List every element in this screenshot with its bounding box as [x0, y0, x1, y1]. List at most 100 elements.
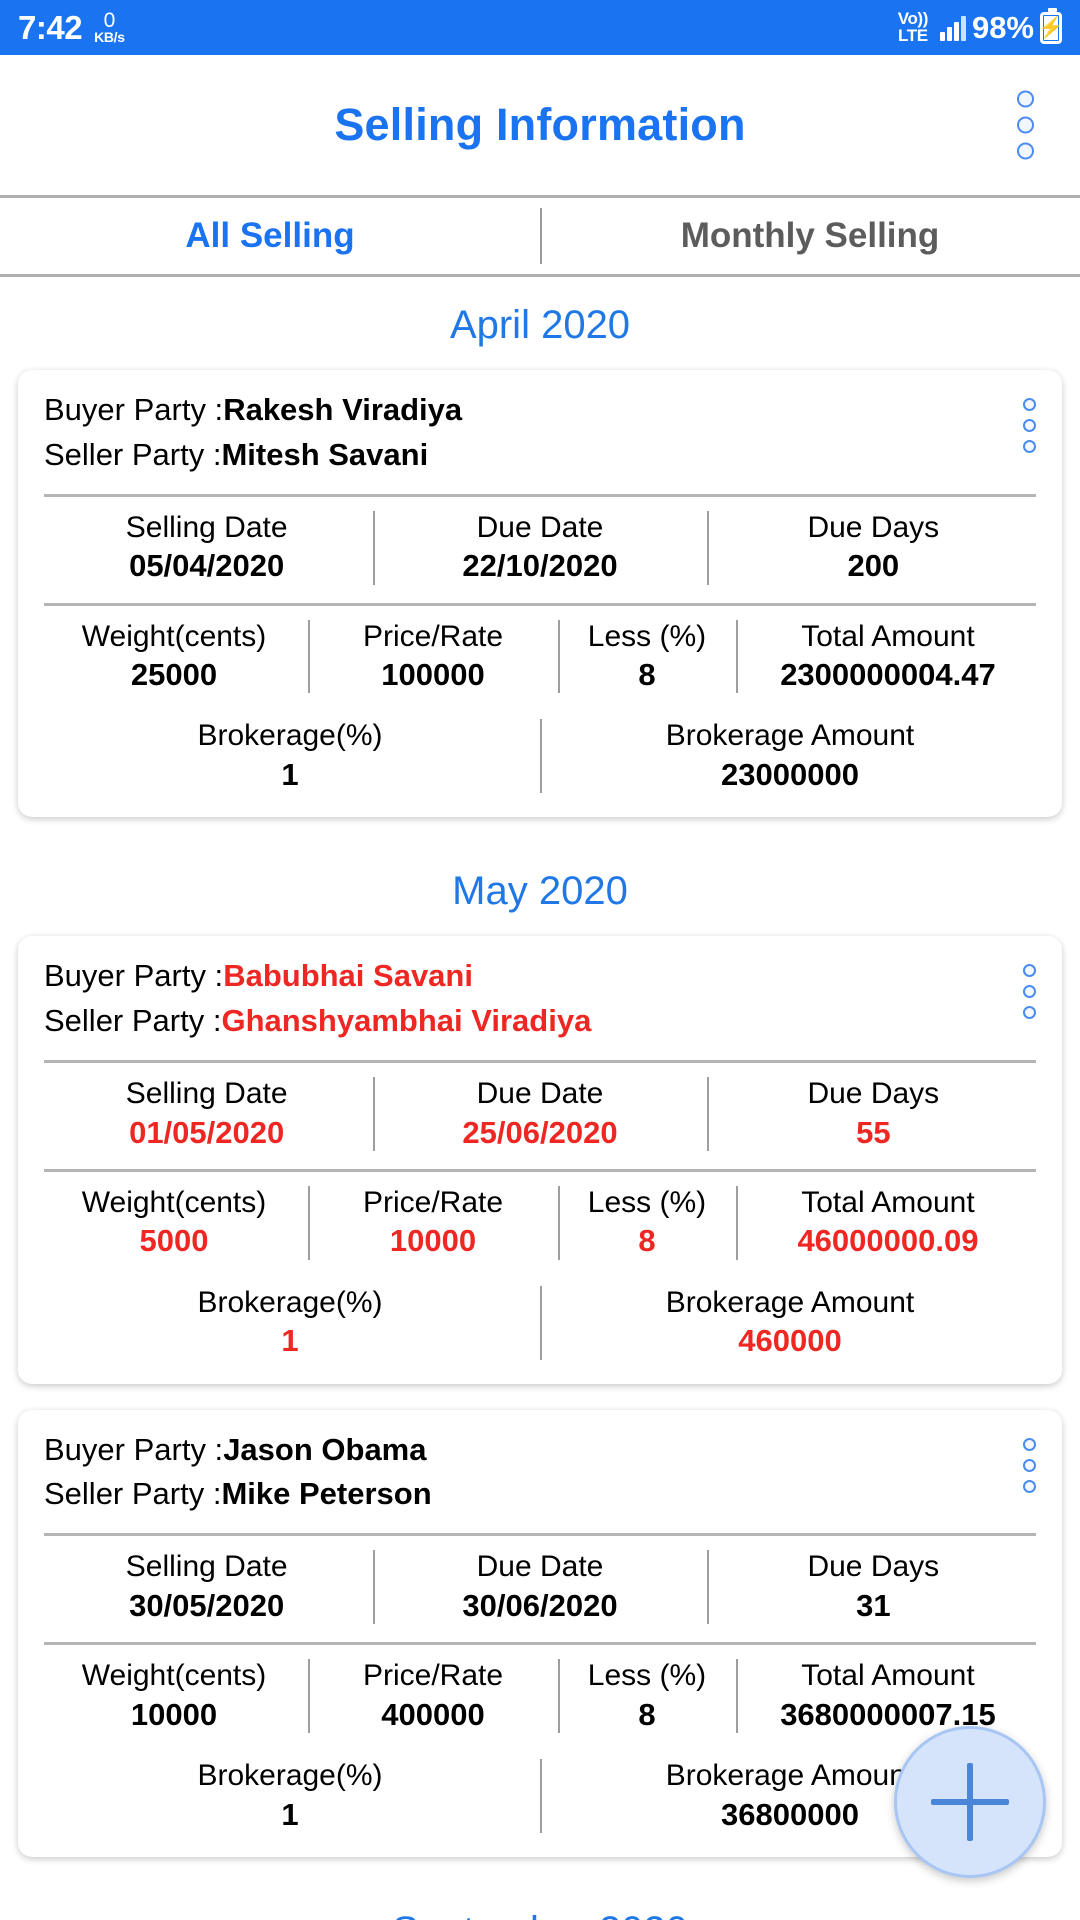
less-label: Less (%) — [587, 619, 707, 653]
due-date-label: Due Date — [476, 1550, 604, 1584]
network-speed-indicator: 0 KB/s — [94, 10, 125, 45]
total-amount-label: Total Amount — [801, 1185, 975, 1219]
selling-date-label: Selling Date — [125, 1077, 288, 1111]
seller-party-label: Seller Party : — [44, 436, 222, 472]
selling-date-label: Selling Date — [125, 1550, 288, 1584]
due-date-value: 25/06/2020 — [462, 1114, 618, 1150]
selling-date-cell: Selling Date 30/05/2020 — [40, 1544, 373, 1630]
tab-all-selling[interactable]: All Selling — [0, 198, 540, 274]
seller-party-value: Mike Peterson — [221, 1476, 432, 1512]
selling-list[interactable]: April 2020 Buyer Party :Rakesh Viradiya Se… — [0, 277, 1080, 1920]
signal-bars-icon — [939, 15, 966, 41]
total-amount-cell: Total Amount 2300000004.47 — [735, 614, 1040, 700]
weight-value: 10000 — [130, 1696, 218, 1732]
weight-label: Weight(cents) — [81, 1659, 267, 1693]
brokerage-row: Brokerage(%) 1 Brokerage Amount 460000 — [18, 1272, 1062, 1372]
brokerage-amount-value: 23000000 — [721, 756, 859, 792]
add-selling-fab[interactable] — [894, 1726, 1046, 1878]
due-date-label: Due Date — [476, 510, 604, 544]
more-vertical-icon[interactable] — [1011, 85, 1040, 166]
weight-value: 5000 — [139, 1223, 209, 1259]
price-rate-cell: Price/Rate 100000 — [308, 614, 558, 700]
dates-row: Selling Date 30/05/2020 Due Date 30/06/2020… — [18, 1536, 1062, 1636]
card-more-vertical-icon[interactable] — [1019, 1434, 1040, 1497]
price-rate-cell: Price/Rate 400000 — [308, 1653, 558, 1739]
price-rate-label: Price/Rate — [363, 1185, 504, 1219]
battery-percent: 98% — [971, 9, 1034, 45]
total-amount-cell: Total Amount 46000000.09 — [735, 1180, 1040, 1266]
buyer-party-label: Buyer Party : — [44, 958, 224, 994]
battery-charging-icon: ⚡ — [1039, 7, 1063, 44]
month-header: April 2020 — [449, 303, 631, 347]
seller-party-row: Seller Party :Mike Peterson — [44, 1472, 1036, 1517]
status-time: 7:42 — [18, 8, 83, 46]
brokerage-pct-value: 1 — [281, 1323, 299, 1359]
seller-party-label: Seller Party : — [44, 1003, 222, 1039]
month-header: September 2020 — [0, 1883, 1080, 1920]
less-cell: Less (%) 8 — [558, 614, 736, 700]
amounts-row: Weight(cents) 5000 Price/Rate 10000 Less (%)… — [18, 1172, 1062, 1272]
buyer-party-label: Buyer Party : — [44, 392, 224, 427]
less-label: Less (%) — [587, 1659, 707, 1693]
brokerage-amount-label: Brokerage Amount — [665, 1285, 915, 1319]
buyer-party-value: Rakesh Viradiya — [223, 392, 463, 427]
dates-row: Selling Date 01/05/2020 Due Date 25/06/2020… — [18, 1063, 1062, 1163]
less-label: Less (%) — [587, 1185, 707, 1219]
buyer-party-row: Buyer Party :Babubhai Savani — [44, 954, 1036, 999]
due-days-value: 55 — [856, 1114, 891, 1150]
brokerage-amount-label: Brokerage Amount — [665, 719, 915, 753]
buyer-party-label: Buyer Party : — [44, 1431, 224, 1467]
due-days-label: Due Days — [807, 1077, 940, 1111]
app-screen: 7:42 0 KB/s Vo)) LTE 98% ⚡ Selling Infor… — [0, 0, 1080, 1920]
plus-icon — [931, 1763, 1009, 1841]
selling-date-value: 01/05/2020 — [129, 1114, 285, 1150]
amounts-row: Weight(cents) 10000 Price/Rate 400000 Less (… — [18, 1645, 1062, 1745]
card-header: Buyer Party :Rakesh Viradiya Seller Party… — [18, 370, 1062, 488]
selling-card[interactable]: Buyer Party :Rakesh Viradiya Seller Party… — [18, 370, 1062, 818]
dates-row: Selling Date 05/04/2020 Due Date 22/10/2020… — [18, 497, 1062, 597]
month-header: May 2020 — [452, 869, 628, 914]
brokerage-pct-value: 1 — [281, 756, 299, 792]
buyer-party-row: Buyer Party :Jason Obama — [44, 1428, 1036, 1473]
selling-date-value: 30/05/2020 — [129, 1587, 285, 1623]
due-date-cell: Due Date 22/10/2020 — [373, 505, 706, 591]
due-date-cell: Due Date 25/06/2020 — [373, 1071, 706, 1157]
due-days-cell: Due Days 55 — [706, 1071, 1040, 1157]
buyer-party-value: Jason Obama — [223, 1431, 427, 1467]
buyer-party-row: Buyer Party :Rakesh Viradiya — [44, 388, 1036, 433]
network-speed-unit: KB/s — [94, 28, 125, 45]
total-amount-label: Total Amount — [801, 1659, 975, 1693]
total-amount-cell: Total Amount 3680000007.15 — [735, 1653, 1040, 1739]
due-days-cell: Due Days 200 — [706, 505, 1040, 591]
selling-card[interactable]: Buyer Party :Babubhai Savani Seller Party… — [18, 936, 1062, 1384]
less-cell: Less (%) 8 — [558, 1653, 736, 1739]
buyer-party-value: Babubhai Savani — [223, 958, 473, 994]
less-value: 8 — [638, 1223, 656, 1259]
volte-line2: LTE — [898, 25, 928, 45]
brokerage-amount-value: 460000 — [738, 1323, 842, 1359]
due-date-label: Due Date — [476, 1077, 604, 1111]
due-days-value: 200 — [847, 548, 900, 584]
weight-cell: Weight(cents) 25000 — [40, 614, 308, 700]
brokerage-pct-label: Brokerage(%) — [197, 1759, 383, 1792]
price-rate-value: 100000 — [381, 657, 485, 693]
total-amount-value: 46000000.09 — [797, 1223, 979, 1259]
selling-date-cell: Selling Date 05/04/2020 — [40, 505, 373, 591]
total-amount-label: Total Amount — [801, 619, 975, 653]
weight-cell: Weight(cents) 5000 — [40, 1180, 308, 1266]
total-amount-value: 2300000004.47 — [780, 657, 996, 693]
tab-bar: All Selling Monthly Selling — [0, 195, 1080, 277]
seller-party-value: Mitesh Savani — [221, 436, 429, 472]
card-more-vertical-icon[interactable] — [1019, 960, 1040, 1023]
card-more-vertical-icon[interactable] — [1019, 394, 1040, 457]
less-cell: Less (%) 8 — [558, 1180, 736, 1266]
brokerage-amount-cell: Brokerage Amount 23000000 — [540, 713, 1040, 799]
tab-monthly-selling-label: Monthly Selling — [680, 216, 940, 255]
seller-party-label: Seller Party : — [44, 1476, 222, 1512]
seller-party-row: Seller Party :Mitesh Savani — [44, 433, 1036, 478]
brokerage-pct-cell: Brokerage(%) 1 — [40, 1280, 540, 1366]
brokerage-pct-cell: Brokerage(%) 1 — [40, 713, 540, 799]
tab-monthly-selling[interactable]: Monthly Selling — [540, 198, 1080, 274]
amounts-row: Weight(cents) 25000 Price/Rate 100000 Less (… — [18, 606, 1062, 706]
brokerage-amount-cell: Brokerage Amount 460000 — [540, 1280, 1040, 1366]
